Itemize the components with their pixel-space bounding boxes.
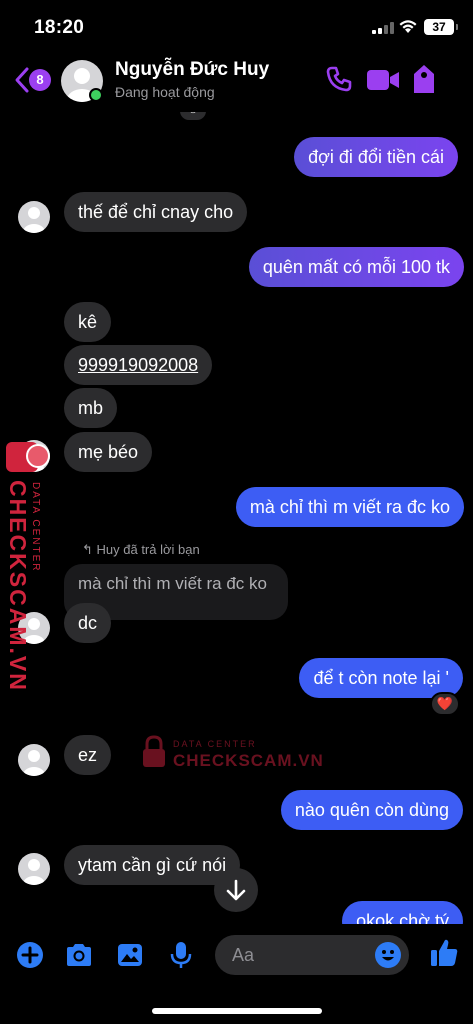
back-chevron-icon[interactable]	[14, 66, 30, 94]
reply-note-text: Huy đã trả lời bạn	[96, 542, 200, 557]
microphone-icon[interactable]	[167, 941, 195, 969]
message-incoming[interactable]: ez	[64, 735, 112, 775]
signal-icon	[372, 22, 394, 34]
thumbs-up-icon[interactable]	[429, 938, 459, 968]
sender-avatar[interactable]	[18, 201, 50, 233]
status-time: 18:20	[34, 17, 85, 38]
plus-icon[interactable]	[16, 941, 44, 969]
message-outgoing[interactable]: okok chờ tý	[342, 901, 463, 924]
message-incoming[interactable]: kê	[64, 302, 112, 342]
tag-icon[interactable]	[412, 64, 436, 94]
reply-indicator: ↰ Huy đã trả lời bạn	[82, 542, 200, 558]
camera-icon[interactable]	[65, 941, 93, 969]
message-outgoing[interactable]: đợi đi đổi tiền cái	[294, 137, 458, 177]
contact-status: Đang hoạt động	[115, 84, 215, 100]
message-outgoing[interactable]: nào quên còn dùng	[280, 790, 463, 830]
watermark-lock-icon	[6, 442, 50, 472]
message-incoming[interactable]: mb	[64, 388, 118, 428]
reply-arrow-icon: ↰	[82, 542, 97, 557]
conversation-header: 8 Nguyễn Đức Huy Đang hoạt động	[0, 52, 473, 112]
message-composer	[0, 924, 473, 988]
message-incoming[interactable]: thế để chỉ cnay cho	[64, 192, 248, 232]
arrow-down-icon	[226, 879, 246, 901]
status-bar: 18:20 37	[0, 0, 473, 52]
video-icon[interactable]	[366, 69, 400, 91]
sender-avatar[interactable]	[18, 744, 50, 776]
emoji-icon[interactable]	[374, 941, 402, 969]
watermark-center: DATA CENTER CHECKSCAM.VN	[141, 733, 323, 773]
message-list[interactable]: ☺ đợi đi đổi tiền cái thế để chỉ cnay ch…	[0, 112, 473, 924]
wifi-icon	[399, 20, 417, 33]
phone-icon[interactable]	[326, 66, 352, 92]
heart-reaction-icon[interactable]: ❤️	[430, 692, 460, 716]
message-outgoing[interactable]: mà chỉ thì m viết ra đc ko	[235, 487, 464, 527]
home-indicator[interactable]	[152, 1008, 322, 1014]
scroll-to-bottom-button[interactable]	[214, 868, 258, 912]
contact-name[interactable]: Nguyễn Đức Huy	[115, 59, 269, 81]
watermark-center-tagline: DATA CENTER	[173, 739, 257, 749]
message-incoming[interactable]: mẹ béo	[64, 432, 153, 472]
message-incoming-number[interactable]: 999919092008	[64, 345, 213, 385]
watermark-padlock-icon	[143, 735, 165, 767]
message-outgoing[interactable]: quên mất có mỗi 100 tk	[248, 247, 464, 287]
message-reaction-partial: ☺	[180, 112, 206, 120]
unread-count-badge[interactable]: 8	[29, 69, 51, 91]
sender-avatar[interactable]	[18, 853, 50, 885]
online-indicator	[89, 88, 103, 102]
watermark-center-brand: CHECKSCAM.VN	[173, 751, 324, 770]
message-incoming[interactable]: dc	[64, 603, 112, 643]
image-icon[interactable]	[116, 941, 144, 969]
watermark-tagline: DATA CENTER	[30, 482, 41, 573]
watermark-brand: CHECKSCAM.VN	[5, 480, 31, 692]
battery-icon: 37	[424, 19, 458, 35]
